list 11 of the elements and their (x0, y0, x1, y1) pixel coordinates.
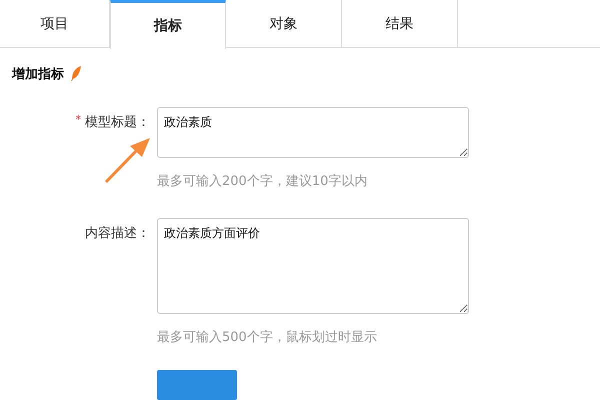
hint-text: 最多可输入200个字，建议10字以内 (157, 173, 368, 191)
tab[interactable]: 指标 (110, 0, 226, 49)
field-label: 内容描述： (85, 225, 150, 242)
required-mark: * (76, 113, 81, 128)
text-area[interactable]: 政治素质方面评价 (157, 218, 469, 314)
section-title: 增加指标 (12, 66, 64, 83)
field-label: 模型标题： (85, 114, 150, 131)
feather-icon (70, 66, 82, 82)
submit-button[interactable] (157, 370, 237, 400)
hint-text: 最多可输入500个字，鼠标划过时显示 (157, 329, 378, 347)
text-area[interactable]: 政治素质 (157, 107, 469, 158)
